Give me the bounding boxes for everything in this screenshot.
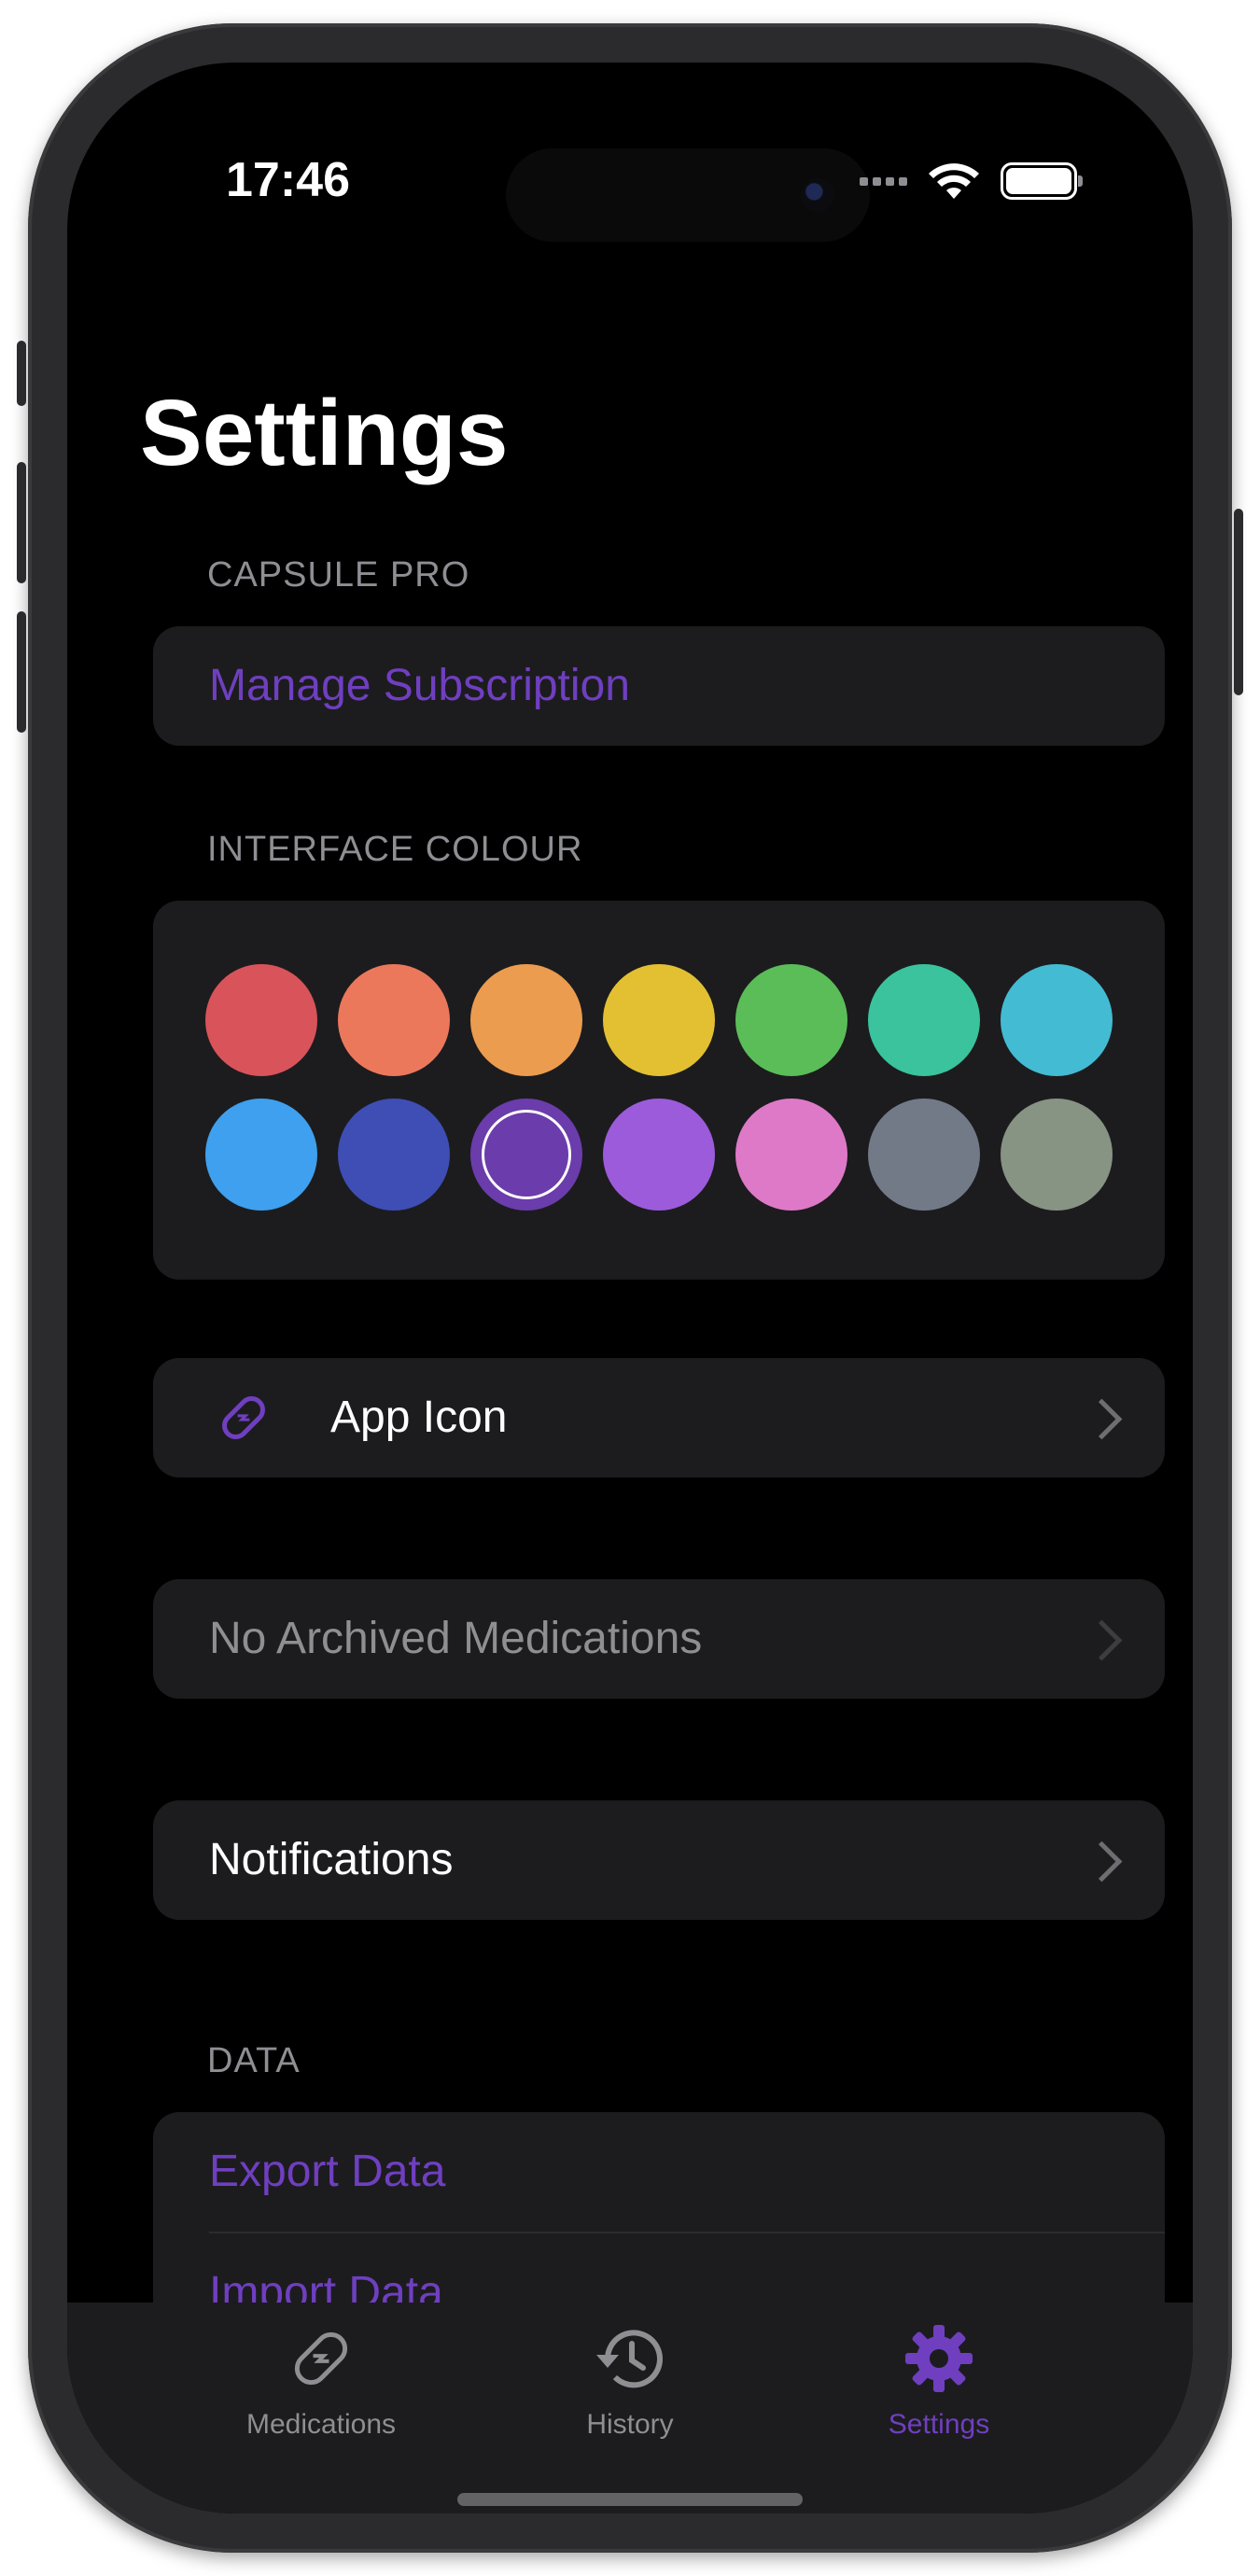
volume-down-button [17,611,26,733]
battery-icon [1001,162,1083,200]
tab-medications[interactable]: Medications [181,2303,461,2461]
chevron-right-icon [1081,1619,1123,1661]
archived-medications-row[interactable]: No Archived Medications [153,1579,1165,1699]
power-button [1234,509,1243,695]
pill-icon [294,2331,348,2386]
notifications-label: Notifications [209,1835,454,1884]
colour-swatch[interactable] [603,1099,715,1211]
camera-icon [801,178,834,212]
colour-swatch[interactable] [205,964,317,1076]
export-data-label: Export Data [209,2147,446,2196]
cellular-signal-icon [860,176,907,186]
tab-label: History [586,2409,674,2440]
action-button [17,341,26,406]
wifi-icon [929,163,979,199]
colour-swatch[interactable] [205,1099,317,1211]
gear-icon [905,2325,973,2392]
home-indicator[interactable] [457,2493,803,2506]
colour-swatch[interactable] [1001,964,1113,1076]
colour-swatch[interactable] [735,964,847,1076]
colour-swatch[interactable] [868,964,980,1076]
tab-history[interactable]: History [490,2303,770,2461]
archived-medications-label: No Archived Medications [209,1614,703,1663]
section-header-interface-colour: INTERFACE COLOUR [207,830,583,869]
export-data-row[interactable]: Export Data [153,2112,1165,2232]
volume-up-button [17,462,26,583]
capsule-icon [222,1396,265,1439]
chevron-right-icon [1081,1841,1123,1883]
manage-subscription-label: Manage Subscription [209,661,630,710]
colour-picker-card [153,901,1165,1280]
notifications-row[interactable]: Notifications [153,1800,1165,1920]
tab-label: Medications [245,2409,397,2440]
colour-swatch[interactable] [735,1099,847,1211]
status-time: 17:46 [226,153,350,207]
colour-swatch[interactable] [338,964,450,1076]
page-title: Settings [140,381,509,485]
tab-settings[interactable]: Settings [799,2303,1079,2461]
colour-swatch[interactable] [470,1099,582,1211]
phone-frame: 17:46 Settings CAPSULE PRO Manage Subscr… [17,23,1243,2553]
colour-swatch[interactable] [338,1099,450,1211]
tab-bar: Medications History Settings [67,2303,1193,2513]
history-clock-icon [596,2330,663,2388]
manage-subscription-row[interactable]: Manage Subscription [153,626,1165,746]
colour-swatch[interactable] [1001,1099,1113,1211]
chevron-right-icon [1081,1398,1123,1440]
colour-swatch[interactable] [603,964,715,1076]
tab-label: Settings [888,2409,990,2440]
section-header-capsule-pro: CAPSULE PRO [207,555,470,595]
status-icons [860,158,1083,204]
section-header-data: DATA [207,2041,301,2080]
screen: 17:46 Settings CAPSULE PRO Manage Subscr… [67,63,1193,2513]
app-icon-row[interactable]: App Icon [153,1358,1165,1477]
dynamic-island [506,148,870,242]
colour-swatch[interactable] [470,964,582,1076]
app-icon-label: App Icon [330,1393,508,1442]
colour-swatch[interactable] [868,1099,980,1211]
